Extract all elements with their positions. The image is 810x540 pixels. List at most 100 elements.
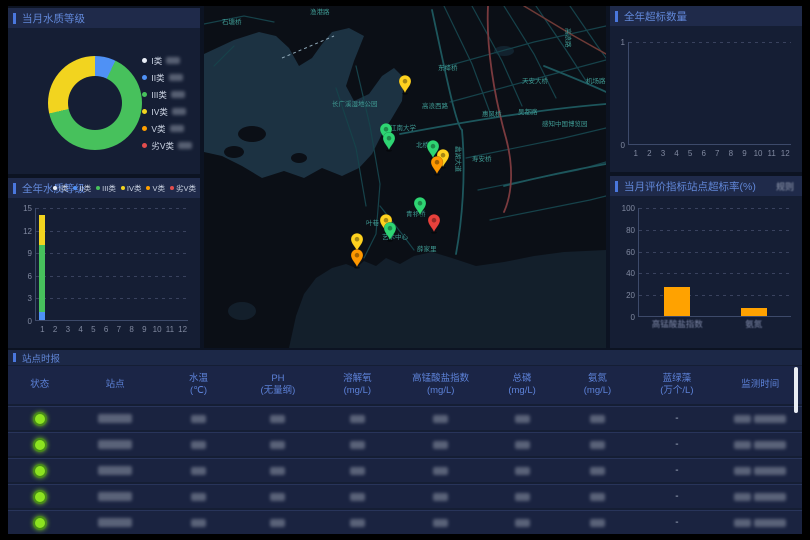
value-redacted <box>433 441 448 449</box>
column-name: 站点 <box>106 379 125 391</box>
table-cell <box>159 519 238 527</box>
legend-label: 劣V类 <box>151 140 174 152</box>
table-header-cell: PH(无量纲) <box>238 373 317 397</box>
x-axis-label: 4 <box>674 149 678 158</box>
table-cell <box>8 516 72 530</box>
map-street-label: 长广溪湿地公园 <box>332 99 378 108</box>
map-panel[interactable]: 石塘桥渔港路长广溪湿地公园高浪西路江南大学北桥蠡湖大道寿安桥东绛桥天安大桥机场路… <box>204 6 606 348</box>
x-axis-label: 2 <box>53 325 57 334</box>
legend-label: I类 <box>151 55 162 67</box>
table-row[interactable]: - <box>8 458 802 482</box>
map-street-label: 薛家里 <box>417 244 437 253</box>
table-cell <box>238 519 317 527</box>
table-header-cell: 蓝绿藻(万个/L) <box>635 373 718 397</box>
table-cell <box>8 464 72 478</box>
algae-value: - <box>635 439 718 450</box>
table-row[interactable]: - <box>8 510 802 534</box>
table-cell <box>72 518 159 527</box>
table-cell <box>560 441 635 449</box>
rules-button[interactable]: 规则 <box>776 180 794 193</box>
x-axis-label: 10 <box>754 149 763 158</box>
gridline <box>629 42 791 43</box>
x-axis-label: 8 <box>729 149 733 158</box>
table-scrollbar-thumb[interactable] <box>794 367 798 413</box>
monitor-time-redacted <box>754 519 786 527</box>
legend-value-redacted <box>169 74 183 81</box>
gridline <box>639 273 791 274</box>
donut-chart-area: I类II类III类IV类V类劣V类 <box>8 28 200 174</box>
table-cell <box>159 467 238 475</box>
legend-item: I类 <box>142 52 192 69</box>
map-street-label: 高浪西路 <box>422 101 449 110</box>
map-pond <box>228 302 256 320</box>
table-row[interactable]: - <box>8 406 802 430</box>
value-redacted <box>515 441 530 449</box>
column-name: 溶解氧 <box>343 373 372 385</box>
value-redacted <box>515 467 530 475</box>
y-axis-label: 6 <box>14 272 32 281</box>
map-street-label: 叶巷 <box>366 218 380 227</box>
column-name: PH <box>271 373 284 385</box>
map-street-label: 蠡湖大道 <box>454 146 463 173</box>
table-cell <box>560 467 635 475</box>
x-axis-label: 2 <box>647 149 651 158</box>
table-cell <box>484 493 559 501</box>
gridline <box>639 230 791 231</box>
dashboard: 当月水质等级 I类II类III类IV类V类劣V类 全年水质等级 I类II类III… <box>8 6 802 528</box>
legend-value-redacted <box>172 108 186 115</box>
table-row[interactable]: - <box>8 484 802 508</box>
title-accent-bar <box>13 353 16 362</box>
x-axis-label: 5 <box>91 325 95 334</box>
table-header-cell: 高锰酸盐指数(mg/L) <box>397 373 484 397</box>
gridline <box>639 252 791 253</box>
gridline <box>36 276 188 277</box>
value-redacted <box>590 467 605 475</box>
table-header-cell: 站点 <box>72 379 159 391</box>
status-indicator <box>33 412 47 426</box>
table-titlebar: 站点时报 <box>8 350 802 365</box>
map-street-label: 机场路 <box>586 76 606 85</box>
x-axis-label: 4 <box>78 325 82 334</box>
map-street-label: 吴都路 <box>518 107 538 116</box>
panel-annual-quality: 全年水质等级 I类II类III类IV类V类劣V类 036912151234567… <box>8 178 200 348</box>
legend-item: III类 <box>142 86 192 103</box>
table-cell <box>560 493 635 501</box>
table-cell <box>238 467 317 475</box>
table-title: 站点时报 <box>22 351 60 365</box>
panel-title: 当月水质等级 <box>22 11 85 26</box>
monitor-time-redacted <box>754 441 786 449</box>
value-redacted <box>191 519 206 527</box>
monitor-date-redacted <box>734 519 751 527</box>
legend-label: IV类 <box>151 106 168 118</box>
legend-label: 劣V类 <box>176 183 196 194</box>
legend-value-redacted <box>178 142 192 149</box>
x-axis-label: 7 <box>117 325 121 334</box>
x-axis-label: 12 <box>178 325 187 334</box>
table-row[interactable]: - <box>8 432 802 456</box>
map-street-label: 渔港路 <box>310 7 330 16</box>
city-map[interactable]: 石塘桥渔港路长广溪湿地公园高浪西路江南大学北桥蠡湖大道寿安桥东绛桥天安大桥机场路… <box>204 6 606 348</box>
y-axis-label: 9 <box>14 249 32 258</box>
gridline <box>36 208 188 209</box>
x-axis-label: 10 <box>153 325 162 334</box>
legend-dot <box>53 186 57 190</box>
column-name: 高锰酸盐指数 <box>412 373 469 385</box>
map-street-label: 惠风桥 <box>482 109 502 118</box>
x-axis-label: 11 <box>767 149 775 158</box>
gridline <box>639 295 791 296</box>
legend-label: II类 <box>151 72 164 84</box>
table-header-cell: 氨氮(mg/L) <box>560 373 635 397</box>
gridline <box>36 253 188 254</box>
algae-value: - <box>635 413 718 424</box>
title-accent-bar <box>13 13 16 24</box>
value-redacted <box>515 493 530 501</box>
legend-dot <box>73 186 77 190</box>
legend-item: IV类 <box>121 178 142 198</box>
x-axis-label: 11 <box>166 325 174 334</box>
legend-dot <box>146 186 150 190</box>
table-cell <box>484 415 559 423</box>
table-cell <box>484 519 559 527</box>
annual-legend: I类II类III类IV类V类劣V类 <box>48 178 196 198</box>
column-name: 总磷 <box>513 373 532 385</box>
bar-segment <box>39 245 45 313</box>
